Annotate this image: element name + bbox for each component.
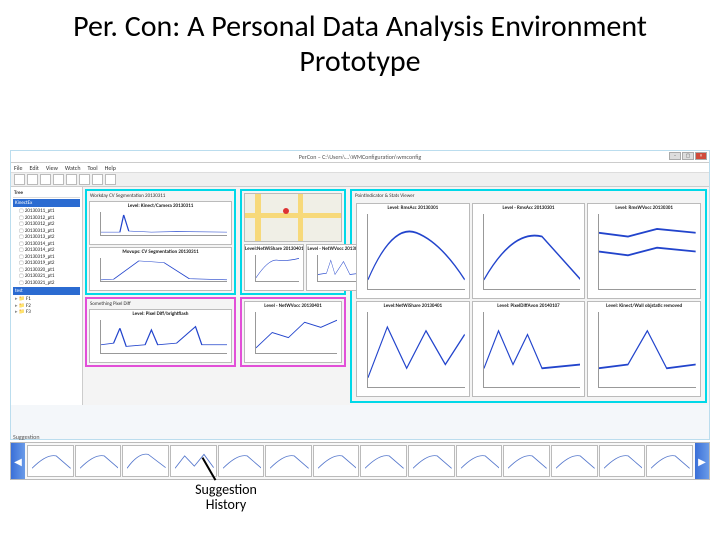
- thumbnail[interactable]: [408, 445, 455, 477]
- chart-group: Something Pixel Diff Level: Pixel Diff/b…: [85, 297, 236, 367]
- chart-panel[interactable]: Level - NetWVocc 20130401: [244, 301, 342, 363]
- tree-header: Tree: [13, 189, 80, 198]
- menu-view[interactable]: View: [46, 164, 58, 172]
- chart-group: Workday CV Segmentation 20130311 Level: …: [85, 189, 236, 295]
- group-header: PointIndicator & Stats Viewer: [354, 193, 703, 199]
- tool-button[interactable]: [92, 174, 103, 185]
- menu-tool[interactable]: Tool: [88, 164, 98, 172]
- tree-section[interactable]: test: [13, 287, 80, 295]
- chart-title: Level: RmsAcc 20130301: [357, 204, 469, 212]
- suggestion-history-strip: Suggestion ◀ ▶: [10, 442, 710, 480]
- thumbnail[interactable]: [218, 445, 265, 477]
- tree-section[interactable]: KinectEx: [13, 199, 80, 207]
- tool-button[interactable]: [66, 174, 77, 185]
- slide-title: Per. Con: A Personal Data Analysis Envir…: [0, 0, 720, 79]
- tool-button[interactable]: [79, 174, 90, 185]
- app-window: PerCon – C:\Users\…\WMConfiguration\wmco…: [10, 150, 710, 440]
- chart-panel[interactable]: Level: Pixel Diff/brightflash: [89, 309, 232, 363]
- chart-panel[interactable]: Movups: CV Segmentation 20130311: [89, 247, 232, 291]
- thumbnail[interactable]: [360, 445, 407, 477]
- chart-title: Level: Kinect/Wall objstatic removed: [588, 302, 700, 310]
- chart-panel[interactable]: Level:NetWiShare 20130401: [244, 244, 304, 291]
- chart-panel[interactable]: Level: PixelDiffAvon 20140107: [472, 301, 586, 397]
- strip-label: Suggestion: [13, 433, 40, 441]
- thumbnail[interactable]: [75, 445, 122, 477]
- thumbnail[interactable]: [503, 445, 550, 477]
- tool-button[interactable]: [14, 174, 25, 185]
- maximize-button[interactable]: ▢: [682, 152, 694, 160]
- menu-watch[interactable]: Watch: [65, 164, 81, 172]
- thumbnail[interactable]: [599, 445, 646, 477]
- group-header: Workday CV Segmentation 20130311: [89, 193, 232, 199]
- chart-title: Level: Pixel Diff/brightflash: [90, 310, 231, 318]
- chart-title: Movups: CV Segmentation 20130311: [90, 248, 231, 256]
- window-title: PerCon – C:\Users\…\WMConfiguration\wmco…: [299, 153, 421, 161]
- thumbnails: [25, 443, 695, 479]
- chart-panel[interactable]: Level: RmsAcc 20130301: [356, 203, 470, 299]
- scroll-right-button[interactable]: ▶: [695, 443, 709, 479]
- menu-edit[interactable]: Edit: [30, 164, 39, 172]
- minimize-button[interactable]: –: [669, 152, 681, 160]
- tool-button[interactable]: [40, 174, 51, 185]
- visual-workspace-panel: Workday CV Segmentation 20130311 Level: …: [83, 187, 709, 405]
- tool-button[interactable]: [53, 174, 64, 185]
- group-header: Something Pixel Diff: [89, 301, 232, 307]
- label-suggestion-history: SuggestionHistory: [176, 482, 276, 513]
- thumbnail[interactable]: [646, 445, 693, 477]
- chart-group: Level - NetWVocc 20130401: [240, 297, 346, 367]
- tree-folder[interactable]: F3: [13, 309, 80, 316]
- chart-panel[interactable]: Level: RmsWVocc 20130301: [587, 203, 701, 299]
- tool-button[interactable]: [105, 174, 116, 185]
- thumbnail[interactable]: [265, 445, 312, 477]
- chart-title: Level - RmsAcc 20130301: [473, 204, 585, 212]
- chart-title: Level: Kinect/Camera 20130311: [90, 202, 231, 210]
- chart-panel[interactable]: Level - RmsAcc 20130301: [472, 203, 586, 299]
- menu-help[interactable]: Help: [105, 164, 116, 172]
- chart-title: Level - NetWVocc 20130401: [245, 302, 341, 310]
- thumbnail[interactable]: [122, 445, 169, 477]
- chart-panel[interactable]: Level: Kinect/Wall objstatic removed: [587, 301, 701, 397]
- scroll-left-button[interactable]: ◀: [11, 443, 25, 479]
- thumbnail[interactable]: [27, 445, 74, 477]
- thumbnail[interactable]: [313, 445, 360, 477]
- chart-title: Level: PixelDiffAvon 20140107: [473, 302, 585, 310]
- window-titlebar: PerCon – C:\Users\…\WMConfiguration\wmco…: [11, 151, 709, 163]
- chart-panel[interactable]: Level: Kinect/Camera 20130311: [89, 201, 232, 245]
- chart-group: Level:NetWiShare 20130401 Level - NetWVo…: [240, 189, 346, 295]
- tool-button[interactable]: [27, 174, 38, 185]
- thumbnail[interactable]: [551, 445, 598, 477]
- chart-title: Level: RmsWVocc 20130301: [588, 204, 700, 212]
- menubar: File Edit View Watch Tool Help: [11, 163, 709, 173]
- menu-file[interactable]: File: [14, 164, 23, 172]
- repository-viewer-panel: Tree KinectEx 20130311_pt1 20130312_pt1 …: [11, 187, 83, 405]
- map-panel[interactable]: [244, 193, 342, 242]
- tree-item[interactable]: 20130321_pt2: [13, 280, 80, 287]
- chart-group: PointIndicator & Stats Viewer Level: Rms…: [350, 189, 707, 403]
- thumbnail[interactable]: [456, 445, 503, 477]
- chart-title: Level:NetWiShare 20130401: [245, 245, 303, 253]
- toolbar: [11, 173, 709, 187]
- chart-title: Level:NetWiShare 20130401: [357, 302, 469, 310]
- close-button[interactable]: ×: [695, 152, 707, 160]
- chart-panel[interactable]: Level:NetWiShare 20130401: [356, 301, 470, 397]
